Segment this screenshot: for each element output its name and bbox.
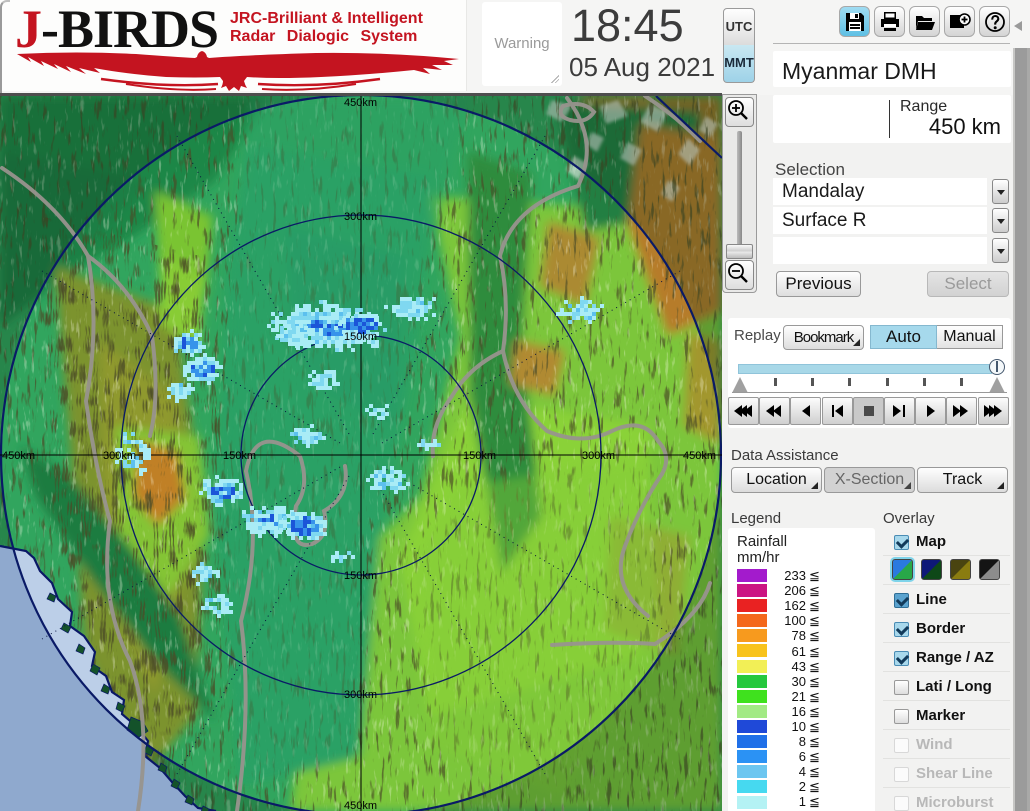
- svg-text:150km: 150km: [344, 570, 377, 582]
- svg-text:300km: 300km: [344, 211, 377, 223]
- svg-text:150km: 150km: [344, 331, 377, 343]
- svg-text:300km: 300km: [103, 450, 136, 462]
- svg-text:450km: 450km: [2, 450, 35, 462]
- svg-text:450km: 450km: [683, 450, 716, 462]
- svg-text:300km: 300km: [582, 450, 615, 462]
- svg-text:450km: 450km: [344, 800, 377, 811]
- svg-text:450km: 450km: [344, 97, 377, 109]
- svg-text:150km: 150km: [223, 450, 256, 462]
- svg-text:300km: 300km: [344, 689, 377, 701]
- svg-text:150km: 150km: [463, 450, 496, 462]
